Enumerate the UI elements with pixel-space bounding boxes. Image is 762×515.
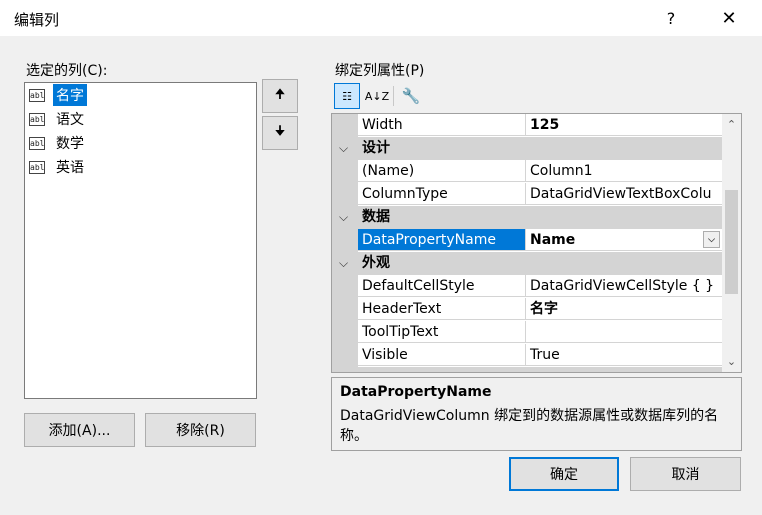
list-item-mingzi[interactable]: abl 名字 <box>29 84 87 106</box>
property-row-visible[interactable]: Visible True <box>332 344 722 367</box>
bound-column-properties-label: 绑定列属性(P) <box>335 63 425 79</box>
property-row-width[interactable]: Width 125 <box>332 114 722 137</box>
property-name: Width <box>358 114 526 136</box>
wrench-icon: 🔧 <box>401 87 421 105</box>
property-value[interactable]: True <box>526 344 722 366</box>
collapse-chevron-icon[interactable]: ⌵ <box>339 206 348 229</box>
description-panel: DataPropertyName DataGridViewColumn 绑定到的… <box>331 377 742 451</box>
property-row-columntype[interactable]: ColumnType DataGridViewTextBoxColu <box>332 183 722 206</box>
description-text: DataGridViewColumn 绑定到的数据源属性或数据库列的名称。 <box>340 408 719 444</box>
category-label: 数据 <box>362 209 390 225</box>
list-item-label: 语文 <box>56 112 84 128</box>
property-name: DefaultCellStyle <box>358 275 526 297</box>
list-item-yuwen[interactable]: abl 语文 <box>29 108 87 130</box>
description-title: DataPropertyName <box>340 384 492 400</box>
property-row-datapropertyname[interactable]: DataPropertyName Name ⌵ <box>332 229 722 252</box>
collapse-chevron-icon[interactable]: ⌵ <box>339 137 348 160</box>
property-name: ColumnType <box>358 183 526 205</box>
list-item-yingyu[interactable]: abl 英语 <box>29 156 87 178</box>
property-value[interactable]: DataGridViewTextBoxColu <box>526 183 722 205</box>
property-name: ToolTipText <box>358 321 526 343</box>
help-button[interactable]: ? <box>648 0 694 36</box>
close-button[interactable]: ✕ <box>706 0 752 36</box>
property-value[interactable]: 名字 <box>526 298 722 320</box>
cancel-button[interactable]: 取消 <box>630 457 741 491</box>
list-item-shuxue[interactable]: abl 数学 <box>29 132 87 154</box>
scroll-thumb[interactable] <box>725 190 738 294</box>
property-grid[interactable]: Width 125 ⌵ 设计 (Name) Column1 ColumnType… <box>331 113 742 373</box>
property-value[interactable]: Column1 <box>526 160 722 182</box>
property-value[interactable]: 125 <box>526 114 722 136</box>
selected-columns-list[interactable]: abl 名字 abl 语文 abl 数学 abl 英语 <box>24 82 257 399</box>
title-bar: 编辑列 ? ✕ <box>0 0 762 36</box>
categorized-icon: ☷ <box>342 89 352 103</box>
property-value-text: Name <box>530 232 576 248</box>
list-item-label: 数学 <box>56 136 84 152</box>
textbox-column-icon: abl <box>29 88 45 102</box>
arrow-down-icon: 🠋 <box>274 124 286 139</box>
property-name: HeaderText <box>358 298 526 320</box>
property-name: DataPropertyName <box>358 229 526 251</box>
textbox-column-icon: abl <box>29 112 45 126</box>
dialog-title: 编辑列 <box>14 11 60 29</box>
remove-button[interactable]: 移除(R) <box>145 413 256 447</box>
selected-columns-label: 选定的列(C): <box>26 63 108 79</box>
property-value[interactable]: Name ⌵ <box>526 229 722 251</box>
scroll-down-icon[interactable]: ⌄ <box>722 353 741 370</box>
list-item-label: 英语 <box>56 160 84 176</box>
textbox-column-icon: abl <box>29 160 45 174</box>
chevron-down-icon: ⌵ <box>708 234 715 245</box>
move-down-button[interactable]: 🠋 <box>262 116 298 150</box>
collapse-chevron-icon[interactable]: ⌵ <box>339 252 348 275</box>
textbox-column-icon: abl <box>29 136 45 150</box>
property-value[interactable]: DataGridViewCellStyle { } <box>526 275 722 297</box>
property-name: (Name) <box>358 160 526 182</box>
property-row-headertext[interactable]: HeaderText 名字 <box>332 298 722 321</box>
list-item-label: 名字 <box>53 84 87 106</box>
vertical-scrollbar[interactable]: ⌃ ⌄ <box>722 114 741 372</box>
category-label: 设计 <box>362 140 390 156</box>
toolbar-separator <box>393 86 394 106</box>
scroll-up-icon[interactable]: ⌃ <box>722 116 741 133</box>
move-up-button[interactable]: 🠉 <box>262 79 298 113</box>
arrow-up-icon: 🠉 <box>274 87 286 102</box>
category-partial <box>332 367 722 372</box>
property-row-tooltiptext[interactable]: ToolTipText <box>332 321 722 344</box>
property-name: Visible <box>358 344 526 366</box>
property-row-defaultcellstyle[interactable]: DefaultCellStyle DataGridViewCellStyle {… <box>332 275 722 298</box>
property-pages-button[interactable]: 🔧 <box>398 83 424 109</box>
categorized-view-button[interactable]: ☷ <box>334 83 360 109</box>
category-label: 外观 <box>362 255 390 271</box>
add-button[interactable]: 添加(A)... <box>24 413 135 447</box>
property-row-name[interactable]: (Name) Column1 <box>332 160 722 183</box>
alphabetical-sort-button[interactable]: A↓Z <box>364 83 390 109</box>
category-appearance[interactable]: ⌵ 外观 <box>332 252 722 275</box>
category-data[interactable]: ⌵ 数据 <box>332 206 722 229</box>
ok-button[interactable]: 确定 <box>509 457 619 491</box>
dropdown-button[interactable]: ⌵ <box>703 231 720 248</box>
sort-az-icon: A↓Z <box>364 89 390 103</box>
category-design[interactable]: ⌵ 设计 <box>332 137 722 160</box>
property-value[interactable] <box>526 321 722 343</box>
